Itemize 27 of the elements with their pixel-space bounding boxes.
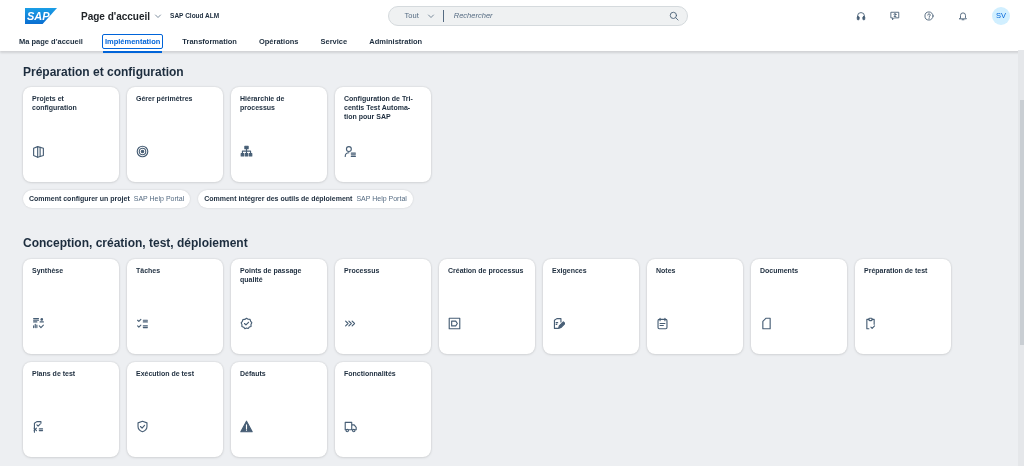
chevron-down-icon	[154, 12, 163, 20]
search-icon[interactable]	[668, 11, 679, 21]
shield-check-icon	[136, 419, 149, 433]
calendar-icon	[656, 316, 669, 330]
section-title: Conception, création, test, déploiement	[23, 236, 249, 251]
page-title-menu[interactable]: Page d'accueil	[81, 8, 163, 24]
sap-logo: SAP	[25, 8, 57, 24]
chevron-down-icon	[426, 12, 435, 20]
target-icon	[136, 145, 149, 159]
chat-person-icon[interactable]	[890, 11, 900, 21]
boxes-icon	[32, 145, 45, 159]
badge-check-icon	[240, 316, 253, 330]
headset-icon[interactable]	[856, 11, 866, 21]
section-title: Préparation et configuration	[23, 65, 185, 80]
frame-icon	[448, 316, 461, 330]
hierarchy-icon	[240, 145, 253, 159]
help-icon[interactable]	[924, 11, 934, 21]
document-icon	[760, 316, 773, 330]
chart-list-icon	[32, 316, 45, 330]
truck-icon	[344, 419, 357, 433]
person-list-icon	[344, 145, 357, 159]
warning-icon	[240, 419, 253, 433]
document-pencil-icon	[552, 316, 565, 330]
clipboard-check-icon	[864, 316, 877, 330]
test-plan-icon	[32, 419, 45, 433]
notification-icon[interactable]	[958, 11, 968, 21]
checklist-icon	[136, 316, 149, 330]
